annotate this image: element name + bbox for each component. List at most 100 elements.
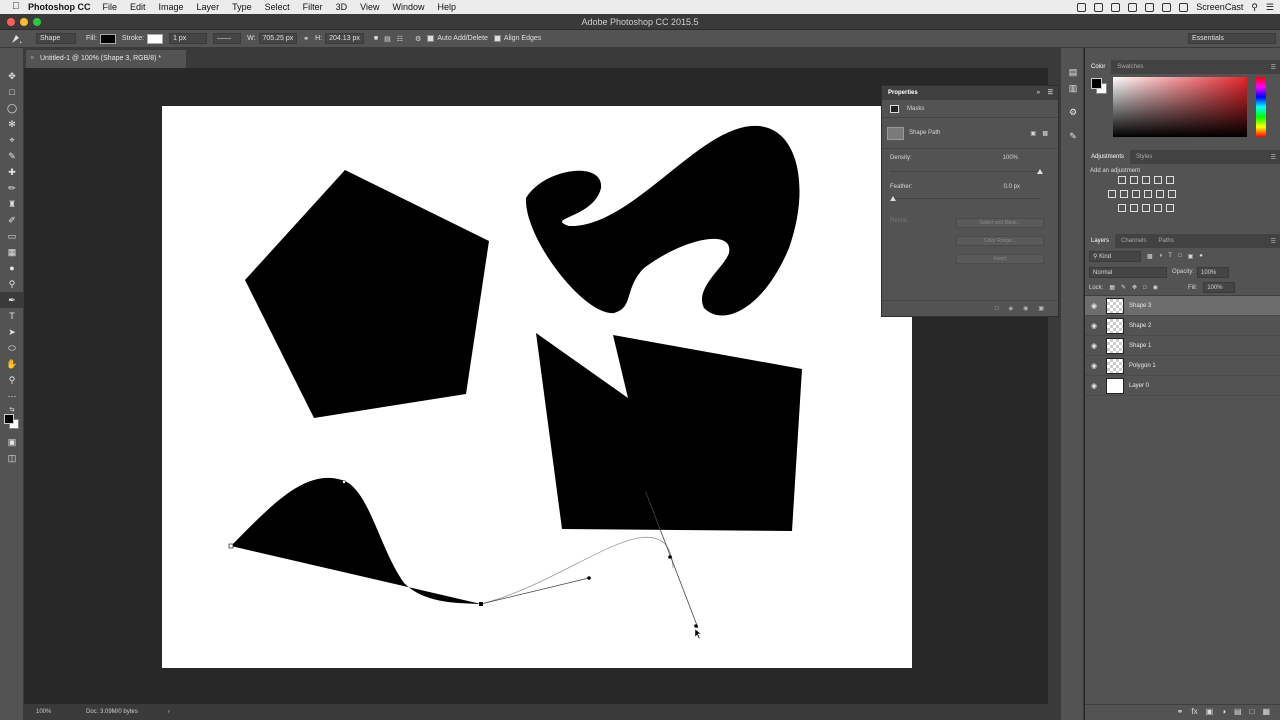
fill-input[interactable]: 100% bbox=[1203, 282, 1236, 293]
dodge-tool-icon[interactable]: ⚲ bbox=[0, 276, 24, 292]
history-panel-icon[interactable]: ▤ bbox=[1061, 64, 1085, 80]
visibility-eye-icon[interactable]: ◉ bbox=[1085, 302, 1103, 310]
color-lookup-icon[interactable] bbox=[1168, 190, 1176, 198]
layer-thumbnail[interactable] bbox=[1106, 317, 1124, 334]
screencast-label[interactable]: ScreenCast bbox=[1196, 2, 1243, 12]
visibility-eye-icon[interactable]: ◉ bbox=[1085, 322, 1103, 330]
menu-image[interactable]: Image bbox=[159, 2, 184, 12]
delete-layer-icon[interactable]: ▦ bbox=[1262, 707, 1270, 716]
apply-mask-icon[interactable]: ◈ bbox=[1008, 305, 1013, 312]
eraser-tool-icon[interactable]: ▭ bbox=[0, 228, 24, 244]
collapse-panel-icon[interactable]: » bbox=[1037, 86, 1040, 100]
invert-button[interactable]: Invert bbox=[956, 254, 1044, 264]
vector-mask-icon[interactable]: ▩ bbox=[1042, 130, 1048, 137]
layer-row[interactable]: ◉ Shape 1 bbox=[1085, 336, 1280, 356]
history-brush-tool-icon[interactable]: ✐ bbox=[0, 212, 24, 228]
hand-tool-icon[interactable]: ✋ bbox=[0, 356, 24, 372]
path-arrangement-icon[interactable]: ☷ bbox=[397, 35, 403, 43]
color-range-button[interactable]: Color Range... bbox=[956, 236, 1044, 246]
hue-saturation-icon[interactable] bbox=[1108, 190, 1116, 198]
status-icon-3[interactable] bbox=[1111, 2, 1121, 12]
menu-filter[interactable]: Filter bbox=[303, 2, 323, 12]
battery-icon[interactable] bbox=[1179, 2, 1189, 12]
gear-icon[interactable]: ⚙ bbox=[415, 35, 421, 43]
layer-style-icon[interactable]: fx bbox=[1191, 707, 1197, 716]
color-balance-icon[interactable] bbox=[1120, 190, 1128, 198]
posterize-icon[interactable] bbox=[1130, 204, 1138, 212]
vibrance-icon[interactable] bbox=[1166, 176, 1174, 184]
menu-layer[interactable]: Layer bbox=[197, 2, 220, 12]
layer-name[interactable]: Shape 1 bbox=[1129, 343, 1151, 349]
status-menu-arrow-icon[interactable]: › bbox=[168, 709, 170, 715]
status-icon-1[interactable] bbox=[1077, 2, 1087, 12]
visibility-eye-icon[interactable]: ◉ bbox=[1085, 342, 1103, 350]
filter-type-icon[interactable]: T bbox=[1168, 253, 1172, 259]
select-and-mask-button[interactable]: Select and Mask... bbox=[956, 218, 1044, 228]
close-window-button[interactable] bbox=[7, 18, 15, 26]
zoom-tool-icon[interactable]: ⚲ bbox=[0, 372, 24, 388]
move-tool-icon[interactable]: ✥ bbox=[0, 68, 24, 84]
tab-layers[interactable]: Layers bbox=[1085, 234, 1116, 248]
height-input[interactable]: 204.13 px bbox=[325, 33, 364, 44]
blur-tool-icon[interactable]: ● bbox=[0, 260, 24, 276]
visibility-eye-icon[interactable]: ◉ bbox=[1085, 382, 1103, 390]
add-mask-icon[interactable]: ▣ bbox=[1030, 130, 1036, 137]
layer-name[interactable]: Shape 2 bbox=[1129, 323, 1151, 329]
feather-value[interactable]: 0.0 px bbox=[1004, 184, 1020, 190]
lasso-tool-icon[interactable]: ◯ bbox=[0, 100, 24, 116]
layer-row[interactable]: ◉ Layer 0 bbox=[1085, 376, 1280, 396]
new-layer-icon[interactable]: □ bbox=[1250, 707, 1255, 716]
spotlight-icon[interactable]: ⚲ bbox=[1251, 2, 1258, 13]
tab-styles[interactable]: Styles bbox=[1130, 150, 1158, 164]
opacity-input[interactable]: 100% bbox=[1197, 266, 1230, 278]
close-tab-icon[interactable]: × bbox=[30, 50, 34, 68]
swap-colors-icon[interactable]: ⇆ bbox=[0, 404, 24, 414]
brush-tool-icon[interactable]: ✏ bbox=[0, 180, 24, 196]
align-edges-checkbox[interactable] bbox=[493, 35, 501, 42]
app-menu[interactable]: Photoshop CC bbox=[28, 2, 91, 12]
path-selection-tool-icon[interactable]: ➤ bbox=[0, 324, 24, 340]
blend-mode-select[interactable]: Normal bbox=[1089, 266, 1167, 278]
width-input[interactable]: 705.25 px bbox=[258, 33, 298, 44]
foreground-color-swatch[interactable] bbox=[4, 414, 14, 424]
marquee-tool-icon[interactable]: □ bbox=[0, 84, 24, 100]
paths-panel-icon[interactable]: ✎ bbox=[1061, 128, 1085, 144]
brush-panel-icon[interactable]: ▥ bbox=[1061, 80, 1085, 96]
notification-icon[interactable]: ☰ bbox=[1266, 2, 1274, 13]
lock-artboard-icon[interactable]: □ bbox=[1143, 285, 1147, 291]
add-layer-mask-icon[interactable]: ▣ bbox=[1206, 707, 1214, 716]
shape-tool-icon[interactable]: ⬭ bbox=[0, 340, 24, 356]
menu-select[interactable]: Select bbox=[265, 2, 290, 12]
gradient-map-icon[interactable] bbox=[1154, 204, 1162, 212]
stroke-width-input[interactable]: 1 px bbox=[169, 33, 208, 44]
document-tab[interactable]: × Untitled-1 @ 100% (Shape 3, RGB/8) * bbox=[26, 50, 186, 68]
tab-channels[interactable]: Channels bbox=[1115, 234, 1152, 248]
density-slider[interactable] bbox=[890, 169, 1043, 174]
tab-paths[interactable]: Paths bbox=[1152, 234, 1179, 248]
path-alignment-icon[interactable]: ▤ bbox=[384, 35, 391, 43]
pen-tool-preset-icon[interactable] bbox=[10, 33, 24, 45]
load-selection-icon[interactable]: □ bbox=[995, 306, 999, 312]
selective-color-icon[interactable] bbox=[1166, 204, 1174, 212]
volume-icon[interactable] bbox=[1162, 2, 1172, 12]
filter-toggle-icon[interactable]: ● bbox=[1199, 253, 1203, 259]
stroke-swatch[interactable] bbox=[147, 33, 164, 44]
lock-image-icon[interactable]: ✎ bbox=[1121, 284, 1126, 291]
filter-shape-icon[interactable]: □ bbox=[1178, 253, 1182, 259]
fill-swatch[interactable] bbox=[99, 33, 116, 44]
brightness-icon[interactable] bbox=[1118, 176, 1126, 184]
menu-help[interactable]: Help bbox=[437, 2, 456, 12]
menu-window[interactable]: Window bbox=[392, 2, 424, 12]
clone-stamp-tool-icon[interactable]: ♜ bbox=[0, 196, 24, 212]
stroke-type-select[interactable]: —— bbox=[213, 33, 242, 44]
channel-mixer-icon[interactable] bbox=[1156, 190, 1164, 198]
quick-mask-icon[interactable]: ▣ bbox=[0, 434, 24, 450]
color-field[interactable] bbox=[1113, 77, 1247, 137]
black-white-icon[interactable] bbox=[1132, 190, 1140, 198]
layer-thumbnail[interactable] bbox=[1106, 357, 1124, 374]
density-slider-handle[interactable] bbox=[1037, 169, 1043, 174]
more-tools-icon[interactable]: ⋯ bbox=[0, 388, 24, 404]
filter-smart-object-icon[interactable]: ▣ bbox=[1188, 253, 1194, 260]
levels-icon[interactable] bbox=[1130, 176, 1138, 184]
filter-adjustment-icon[interactable]: ◑ bbox=[1159, 253, 1163, 259]
